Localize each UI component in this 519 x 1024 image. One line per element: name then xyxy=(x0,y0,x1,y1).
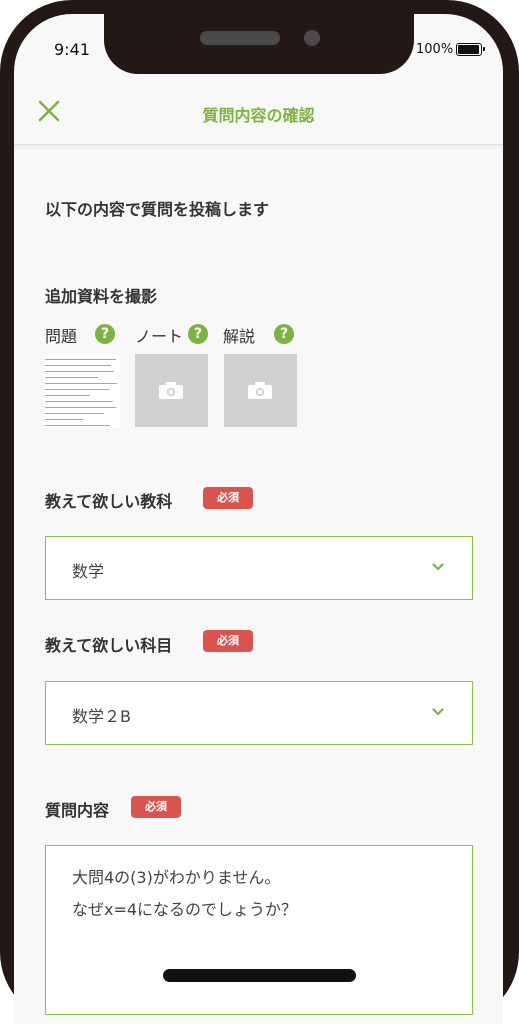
intro-text: 以下の内容で質問を投稿します xyxy=(45,200,270,219)
worksheet-line xyxy=(45,377,98,378)
course-value: 数学２B xyxy=(72,707,131,726)
camera-icon xyxy=(159,382,183,399)
question-label: 質問内容 xyxy=(45,801,110,820)
home-indicator xyxy=(163,969,356,982)
front-camera xyxy=(304,30,320,46)
battery-icon xyxy=(456,43,485,56)
worksheet-line xyxy=(45,419,83,420)
attachments-heading: 追加資料を撮影 xyxy=(45,287,158,306)
worksheet-line xyxy=(45,371,114,372)
worksheet-line xyxy=(45,425,110,426)
course-label: 教えて欲しい科目 xyxy=(45,636,173,655)
battery-percent: 100% xyxy=(416,42,454,57)
battery-fill xyxy=(458,45,479,54)
speaker xyxy=(200,31,280,45)
required-badge: 必須 xyxy=(203,487,253,509)
header: 質問内容の確認 xyxy=(14,76,503,145)
question-line: 大問4の(3)がわかりません。 xyxy=(72,868,281,887)
help-icon[interactable]: ? xyxy=(274,324,294,344)
note-photo-slot[interactable] xyxy=(135,354,208,427)
attachment-label-note: ノート xyxy=(135,327,184,346)
subject-label: 教えて欲しい教科 xyxy=(45,492,173,511)
course-select[interactable]: 数学２B xyxy=(45,681,473,745)
explanation-photo-slot[interactable] xyxy=(224,354,297,427)
worksheet-line xyxy=(45,359,117,360)
worksheet-line xyxy=(45,395,90,396)
worksheet-line xyxy=(45,383,117,384)
worksheet-line xyxy=(45,401,113,402)
worksheet-line xyxy=(45,407,116,408)
help-icon[interactable]: ? xyxy=(95,324,115,344)
help-icon[interactable]: ? xyxy=(188,324,208,344)
required-badge: 必須 xyxy=(203,630,253,652)
required-badge: 必須 xyxy=(131,796,181,818)
chevron-down-icon xyxy=(432,563,444,571)
attachment-label-explanation: 解説 xyxy=(223,327,256,346)
problem-photo-thumbnail[interactable] xyxy=(45,354,120,428)
worksheet-line xyxy=(45,389,109,390)
subject-select[interactable]: 数学 xyxy=(45,536,473,600)
camera-icon xyxy=(248,382,272,399)
status-time: 9:41 xyxy=(54,40,90,59)
worksheet-line xyxy=(45,365,111,366)
question-textarea[interactable]: 大問4の(3)がわかりません。 なぜx=4になるのでしょうか？ xyxy=(45,845,473,1015)
question-line: なぜx=4になるのでしょうか？ xyxy=(72,900,298,919)
attachment-label-problem: 問題 xyxy=(45,327,78,346)
subject-value: 数学 xyxy=(72,562,105,581)
worksheet-line xyxy=(45,413,104,414)
page-title: 質問内容の確認 xyxy=(202,106,315,125)
chevron-down-icon xyxy=(432,708,444,716)
